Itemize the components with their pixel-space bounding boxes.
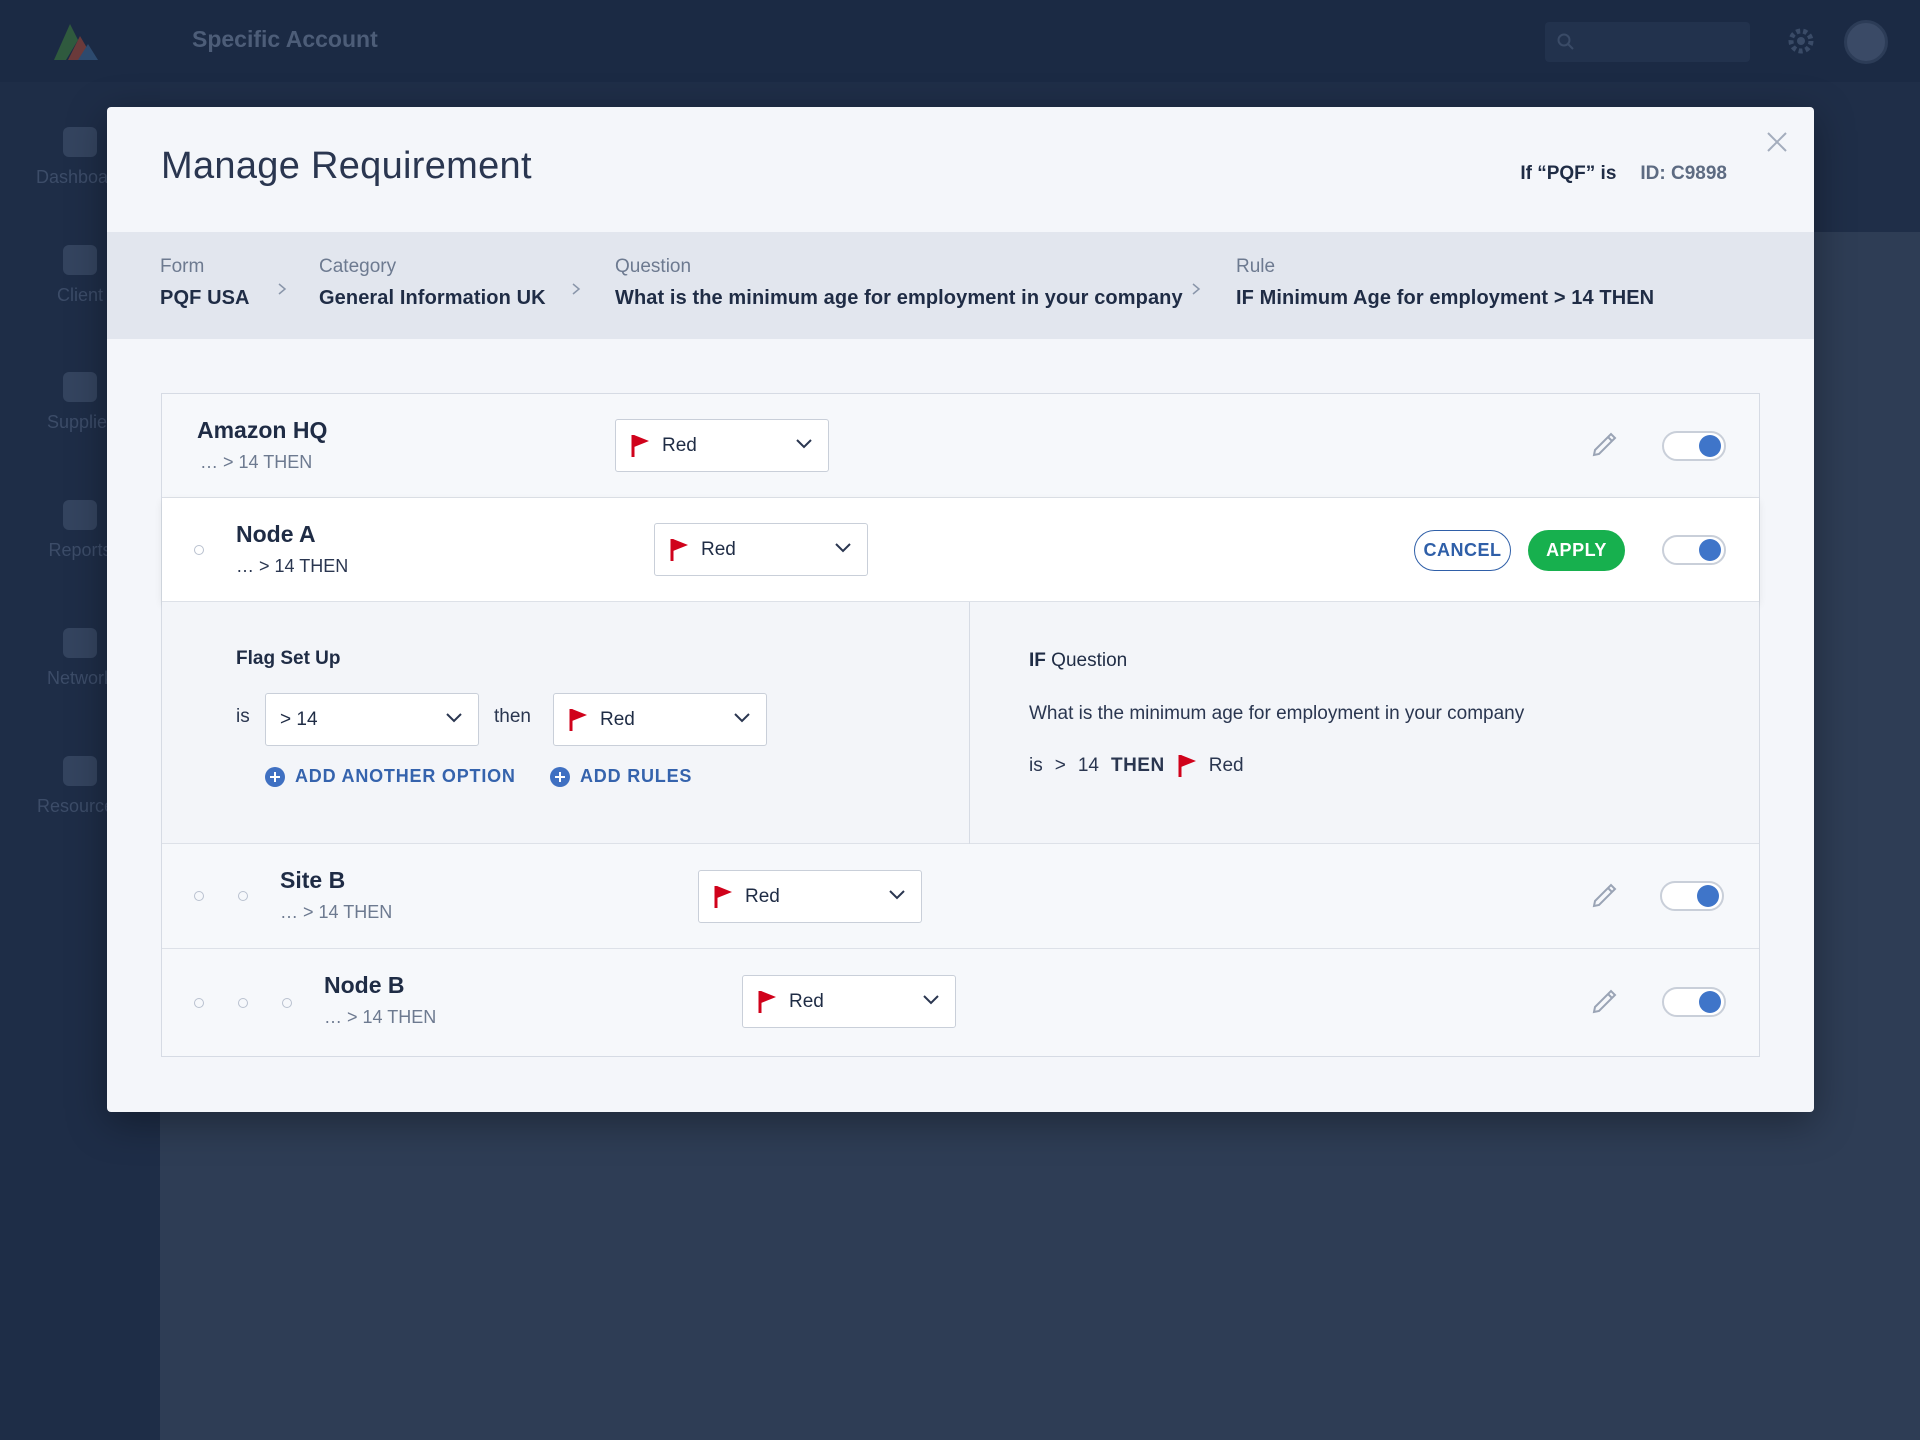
chevron-right-icon [1192,283,1201,295]
red-flag-icon [670,539,688,561]
flag-select[interactable]: Red [742,975,956,1028]
flag-select[interactable]: Red [698,870,922,923]
row-name: Amazon HQ [197,417,328,443]
user-avatar[interactable] [1844,20,1888,64]
red-flag-icon [758,991,776,1013]
row-name: Site B [280,867,346,893]
breadcrumb-question[interactable]: Question What is the minimum age for emp… [615,256,1183,310]
flag-select[interactable]: Red [654,523,868,576]
tree-row-node-b: Node B … > 14 THEN Red [162,949,1759,1056]
chevron-down-icon [796,439,812,449]
manage-requirement-modal: Manage Requirement If “PQF” is ID: C9898… [107,107,1814,1112]
chevron-down-icon [923,995,939,1005]
row-name: Node A [236,521,316,547]
chevron-down-icon [446,713,462,723]
flag-select[interactable]: Red [615,419,829,472]
add-another-option-button[interactable]: ADD ANOTHER OPTION [265,766,516,787]
app-title: Specific Account [192,26,378,52]
plus-circle-icon [550,766,570,787]
row-rule-summary: … > 14 THEN [200,452,313,472]
red-flag-icon [569,709,587,731]
edit-pencil-icon[interactable] [1587,879,1621,913]
flag-setup-title: Flag Set Up [236,648,341,669]
row-enabled-toggle[interactable] [1662,987,1726,1017]
dashboard-icon [63,127,97,157]
then-label: then [494,706,531,727]
apply-button[interactable]: APPLY [1528,530,1625,571]
red-flag-icon [1178,755,1196,777]
chevron-down-icon [835,543,851,553]
if-question-text: What is the minimum age for employment i… [1029,703,1525,724]
tree-level-dot [238,891,248,901]
breadcrumb-rule[interactable]: Rule IF Minimum Age for employment > 14 … [1236,256,1654,310]
close-icon[interactable] [1764,129,1790,155]
tree-level-dot [194,998,204,1008]
settings-gear-icon[interactable] [1786,26,1816,56]
red-flag-icon [631,435,649,457]
folder-icon [63,756,97,786]
vertical-divider [969,602,970,844]
tree-level-dot [194,891,204,901]
rule-condition-label: If “PQF” is [1520,163,1617,184]
red-flag-icon [714,886,732,908]
row-enabled-toggle[interactable] [1662,431,1726,461]
breadcrumb-category[interactable]: Category General Information UK [319,256,546,310]
if-question-rule: is > 14 THEN Red [1029,755,1244,777]
row-rule-summary: … > 14 THEN [236,556,349,576]
clipboard-icon [63,245,97,275]
row-enabled-toggle[interactable] [1660,881,1724,911]
chevron-right-icon [572,283,581,295]
if-question-title: IF Question [1029,650,1128,671]
tree-row-site-b: Site B … > 14 THEN Red [162,844,1759,949]
breadcrumb-form[interactable]: Form PQF USA [160,256,250,310]
add-rules-button[interactable]: ADD RULES [550,766,692,787]
row-rule-summary: … > 14 THEN [324,1007,437,1027]
requirement-tree: Amazon HQ … > 14 THEN Red Node A … > 14 … [161,393,1760,1057]
modal-title: Manage Requirement [161,145,532,187]
rule-editor-panel: Flag Set Up is > 14 then Red ADD ANOTHER… [162,602,1759,844]
cancel-button[interactable]: CANCEL [1414,530,1511,571]
chevron-down-icon [734,713,750,723]
tree-level-dot [238,998,248,1008]
edit-pencil-icon[interactable] [1587,985,1621,1019]
tree-level-dot [282,998,292,1008]
requirement-id: ID: C9898 [1640,163,1727,184]
is-label: is [236,706,250,727]
network-icon [63,628,97,658]
row-name: Node B [324,972,405,998]
tree-row-amazon-hq: Amazon HQ … > 14 THEN Red [162,394,1759,498]
app-topbar: Specific Account [0,0,1920,82]
condition-select[interactable]: > 14 [265,693,479,746]
chevron-right-icon [278,283,287,295]
report-icon [63,500,97,530]
chevron-down-icon [889,890,905,900]
global-search-field[interactable] [1545,22,1750,62]
truck-icon [63,372,97,402]
row-rule-summary: … > 14 THEN [280,902,393,922]
tree-row-node-a: Node A … > 14 THEN Red CANCEL APPLY [162,498,1759,602]
breadcrumb: Form PQF USA Category General Informatio… [107,232,1814,339]
app-logo-icon [54,24,98,60]
row-enabled-toggle[interactable] [1662,535,1726,565]
search-icon [1557,33,1574,50]
plus-circle-icon [265,766,285,787]
tree-level-dot [194,545,204,555]
flag-select[interactable]: Red [553,693,767,746]
edit-pencil-icon[interactable] [1587,428,1621,462]
modal-meta: If “PQF” is ID: C9898 [1520,163,1727,185]
